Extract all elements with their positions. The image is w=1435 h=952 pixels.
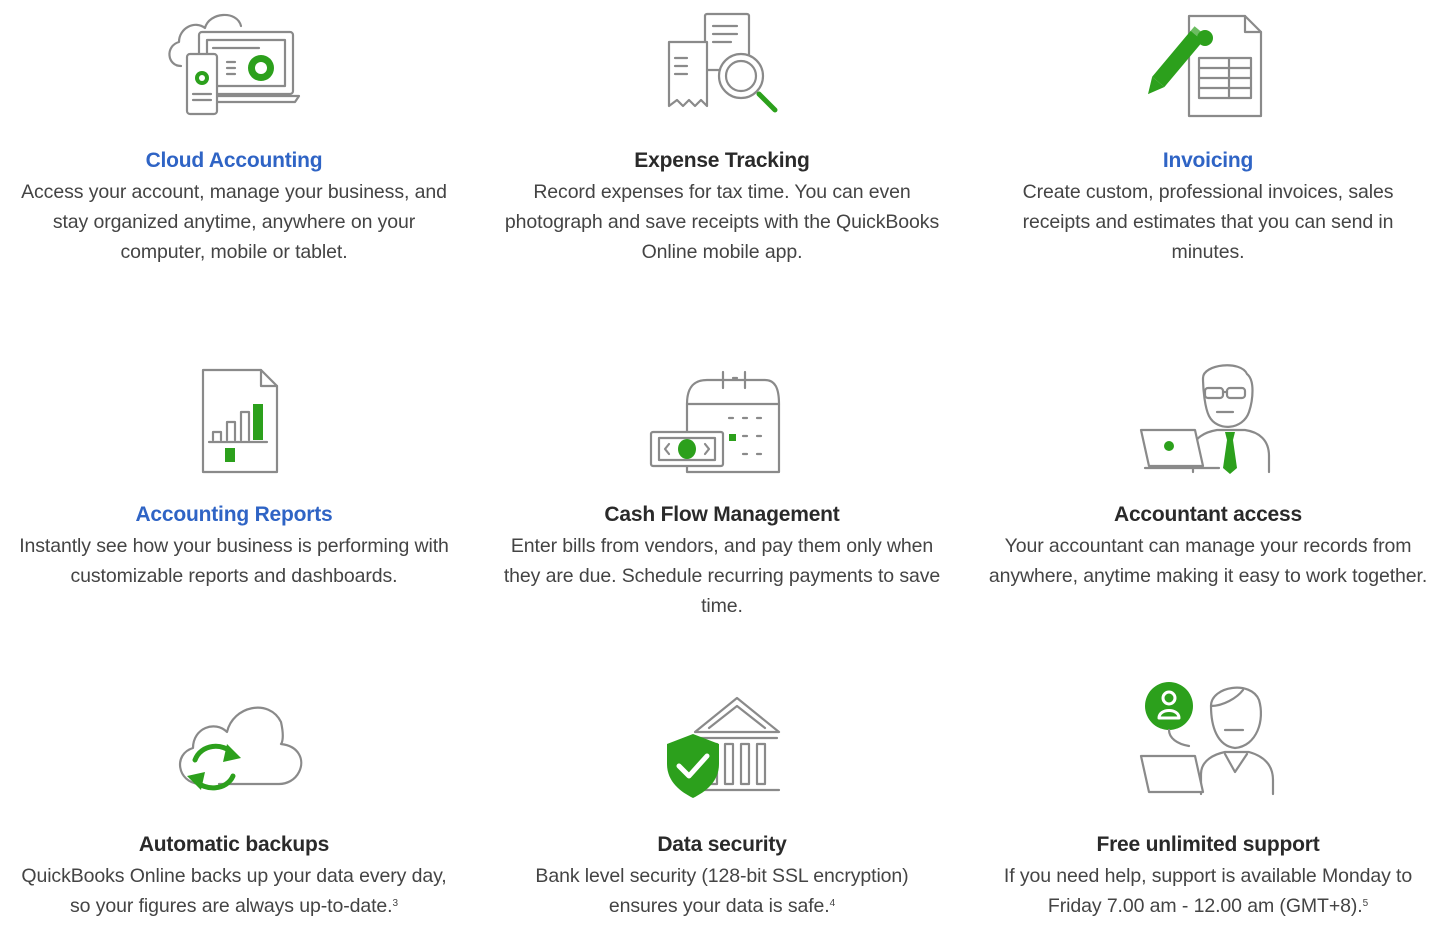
- receipt-magnifier-icon: [502, 4, 942, 124]
- feature-description: If you need help, support is available M…: [988, 861, 1428, 921]
- cloud-devices-icon: [14, 4, 454, 124]
- feature-description: Access your account, manage your busines…: [21, 181, 447, 263]
- description-text: Bank level security (128-bit SSL encrypt…: [535, 865, 909, 917]
- footnote-marker: 5: [1362, 898, 1369, 909]
- description-text: QuickBooks Online backs up your data eve…: [21, 865, 447, 917]
- cloud-sync-icon: [14, 686, 454, 806]
- feature-title: Automatic backups: [138, 833, 330, 856]
- support-agent-icon: [988, 678, 1428, 798]
- footnote-marker: 4: [829, 898, 836, 909]
- feature-description: Instantly see how your business is perfo…: [19, 535, 449, 587]
- feature-title[interactable]: Accounting Reports: [14, 500, 454, 530]
- feature-title: Accountant access: [1113, 503, 1302, 526]
- invoice-pencil-icon: [988, 4, 1428, 124]
- report-chart-icon: [14, 358, 454, 478]
- feature-description: QuickBooks Online backs up your data eve…: [14, 861, 454, 921]
- feature-description: Record expenses for tax time. You can ev…: [504, 181, 940, 263]
- feature-title: Free unlimited support: [1096, 833, 1320, 856]
- feature-title[interactable]: Invoicing: [988, 146, 1428, 176]
- calendar-cash-icon: [502, 358, 942, 478]
- footnote-marker: 3: [392, 898, 398, 909]
- feature-description: Enter bills from vendors, and pay them o…: [503, 535, 941, 617]
- feature-title: Data security: [657, 833, 787, 856]
- feature-description: Your accountant can manage your records …: [988, 535, 1428, 587]
- accountant-laptop-icon: [988, 358, 1428, 478]
- feature-title: Expense Tracking: [634, 149, 810, 172]
- bank-shield-icon: [502, 686, 942, 806]
- feature-title[interactable]: Cloud Accounting: [14, 146, 454, 176]
- description-text: If you need help, support is available M…: [1003, 865, 1413, 917]
- feature-description: Create custom, professional invoices, sa…: [1022, 181, 1394, 263]
- feature-title: Cash Flow Management: [604, 503, 840, 526]
- feature-description: Bank level security (128-bit SSL encrypt…: [502, 861, 942, 921]
